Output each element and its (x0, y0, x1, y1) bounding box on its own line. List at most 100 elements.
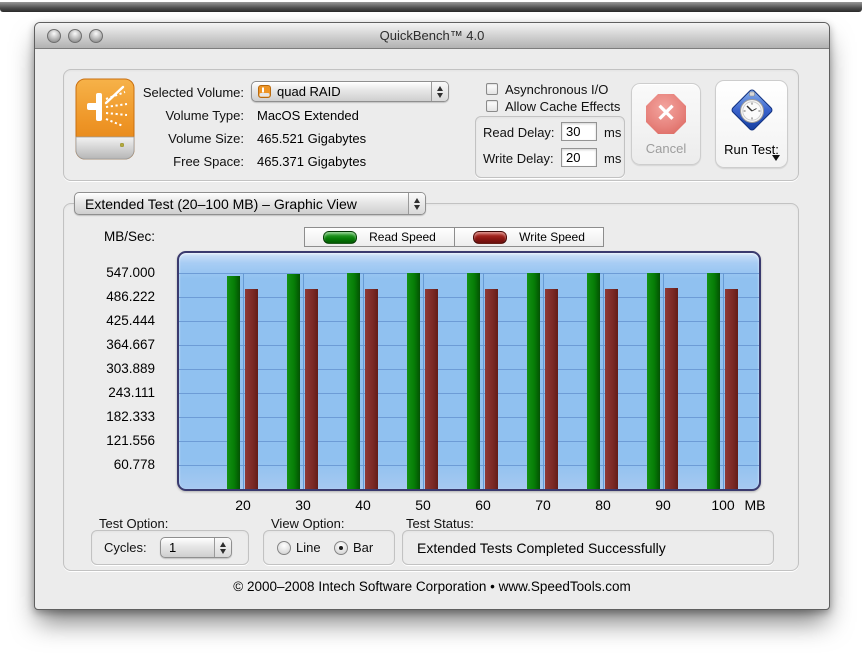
x-tick-label: 70 (523, 497, 563, 513)
cycles-select[interactable]: 1 (160, 537, 232, 558)
test-option-box: Cycles: 1 (91, 530, 249, 565)
cache-effects-label: Allow Cache Effects (505, 99, 620, 114)
view-option-label: View Option: (271, 516, 344, 531)
legend-read-label: Read Speed (369, 230, 436, 244)
selected-volume-select[interactable]: quad RAID (251, 81, 449, 102)
x-tick-label: 90 (643, 497, 683, 513)
x-tick-label: 50 (403, 497, 443, 513)
popup-arrows-icon (431, 82, 448, 101)
volume-size-label: Volume Size: (140, 131, 244, 146)
x-axis-labels: MB 2030405060708090100 (179, 497, 819, 515)
test-status-label: Test Status: (406, 516, 474, 531)
y-axis-title: MB/Sec: (75, 229, 155, 244)
radio-line-label: Line (296, 540, 321, 555)
free-space-label: Free Space: (140, 154, 244, 169)
y-tick-label: 486.222 (75, 289, 155, 304)
write-speed-bar (545, 289, 558, 489)
cancel-button[interactable]: ✕ Cancel (631, 83, 701, 165)
run-test-button[interactable]: Run Test: (715, 80, 788, 168)
cycles-label: Cycles: (104, 540, 147, 555)
x-tick-label: 40 (343, 497, 383, 513)
write-delay-ms-label: ms (604, 151, 621, 166)
y-tick-label: 182.333 (75, 409, 155, 424)
window-title: QuickBench™ 4.0 (35, 28, 829, 43)
speed-chart (177, 251, 761, 491)
copyright-footer: © 2000–2008 Intech Software Corporation … (35, 579, 829, 594)
read-delay-input[interactable] (561, 122, 597, 141)
write-delay-input[interactable] (561, 148, 597, 167)
y-axis-labels: 547.000 486.222 425.444 364.667 303.889 243.1… (75, 253, 155, 489)
popup-arrows-icon (214, 538, 231, 557)
read-delay-ms-label: ms (604, 125, 621, 140)
radio-line[interactable] (277, 541, 291, 555)
selected-volume-value: quad RAID (277, 84, 341, 99)
legend-write-label: Write Speed (519, 230, 585, 244)
test-mode-select[interactable]: Extended Test (20–100 MB) – Graphic View (74, 192, 426, 215)
write-delay-label: Write Delay: (483, 151, 554, 166)
volume-type-label: Volume Type: (140, 108, 244, 123)
free-space-value: 465.371 Gigabytes (257, 154, 366, 169)
mini-drive-icon (258, 85, 271, 98)
x-tick-label: 100 (703, 497, 743, 513)
cache-effects-checkbox[interactable] (486, 100, 498, 112)
legend-item-write: Write Speed (454, 228, 603, 246)
volume-type-value: MacOS Extended (257, 108, 359, 123)
write-speed-bar (605, 289, 618, 489)
test-mode-value: Extended Test (20–100 MB) – Graphic View (85, 196, 357, 212)
view-option-box: Line Bar (263, 530, 395, 565)
cycles-value: 1 (169, 540, 176, 555)
read-speed-bar (227, 276, 240, 489)
x-tick-label: 20 (223, 497, 263, 513)
volume-drive-icon (73, 77, 137, 169)
write-speed-bar (425, 289, 438, 489)
async-io-label: Asynchronous I/O (505, 82, 608, 97)
write-speed-swatch (473, 231, 507, 244)
read-speed-swatch (323, 231, 357, 244)
selected-volume-label: Selected Volume: (140, 85, 244, 100)
desktop-background: QuickBench™ 4.0 (0, 0, 862, 667)
write-speed-bar (245, 289, 258, 489)
y-tick-label: 303.889 (75, 361, 155, 376)
stopwatch-icon (727, 85, 777, 135)
write-speed-bar (365, 289, 378, 489)
radio-bar[interactable] (334, 541, 348, 555)
y-tick-label: 547.000 (75, 265, 155, 280)
x-tick-label: 60 (463, 497, 503, 513)
chart-legend: Read Speed Write Speed (304, 227, 604, 247)
read-speed-bar (647, 273, 660, 489)
x-tick-label: 30 (283, 497, 323, 513)
chart-plot (179, 253, 759, 489)
read-speed-bar (287, 274, 300, 489)
stop-icon: ✕ (646, 94, 686, 134)
read-speed-bar (527, 273, 540, 489)
read-speed-bar (467, 273, 480, 489)
test-status-value: Extended Tests Completed Successfully (417, 540, 666, 556)
run-test-menu-arrow-icon (772, 155, 780, 161)
async-io-checkbox[interactable] (486, 83, 498, 95)
cancel-button-label: Cancel (632, 141, 700, 156)
x-tick-label: 80 (583, 497, 623, 513)
volume-size-value: 465.521 Gigabytes (257, 131, 366, 146)
write-speed-bar (665, 288, 678, 489)
y-tick-label: 121.556 (75, 433, 155, 448)
y-tick-label: 60.778 (75, 457, 155, 472)
write-speed-bar (305, 289, 318, 489)
read-speed-bar (587, 273, 600, 489)
test-option-label: Test Option: (99, 516, 168, 531)
y-tick-label: 364.667 (75, 337, 155, 352)
y-tick-label: 243.111 (75, 385, 155, 400)
read-speed-bar (707, 273, 720, 489)
popup-arrows-icon (408, 193, 425, 214)
test-status-box: Extended Tests Completed Successfully (402, 530, 774, 565)
quickbench-window: QuickBench™ 4.0 (34, 22, 830, 610)
write-speed-bar (725, 289, 738, 489)
y-tick-label: 425.444 (75, 313, 155, 328)
radio-bar-label: Bar (353, 540, 373, 555)
read-delay-label: Read Delay: (483, 125, 555, 140)
legend-item-read: Read Speed (305, 228, 454, 246)
title-bar[interactable]: QuickBench™ 4.0 (35, 23, 829, 49)
read-speed-bar (407, 273, 420, 489)
background-window-edge (0, 2, 862, 12)
read-speed-bar (347, 273, 360, 489)
write-speed-bar (485, 289, 498, 489)
